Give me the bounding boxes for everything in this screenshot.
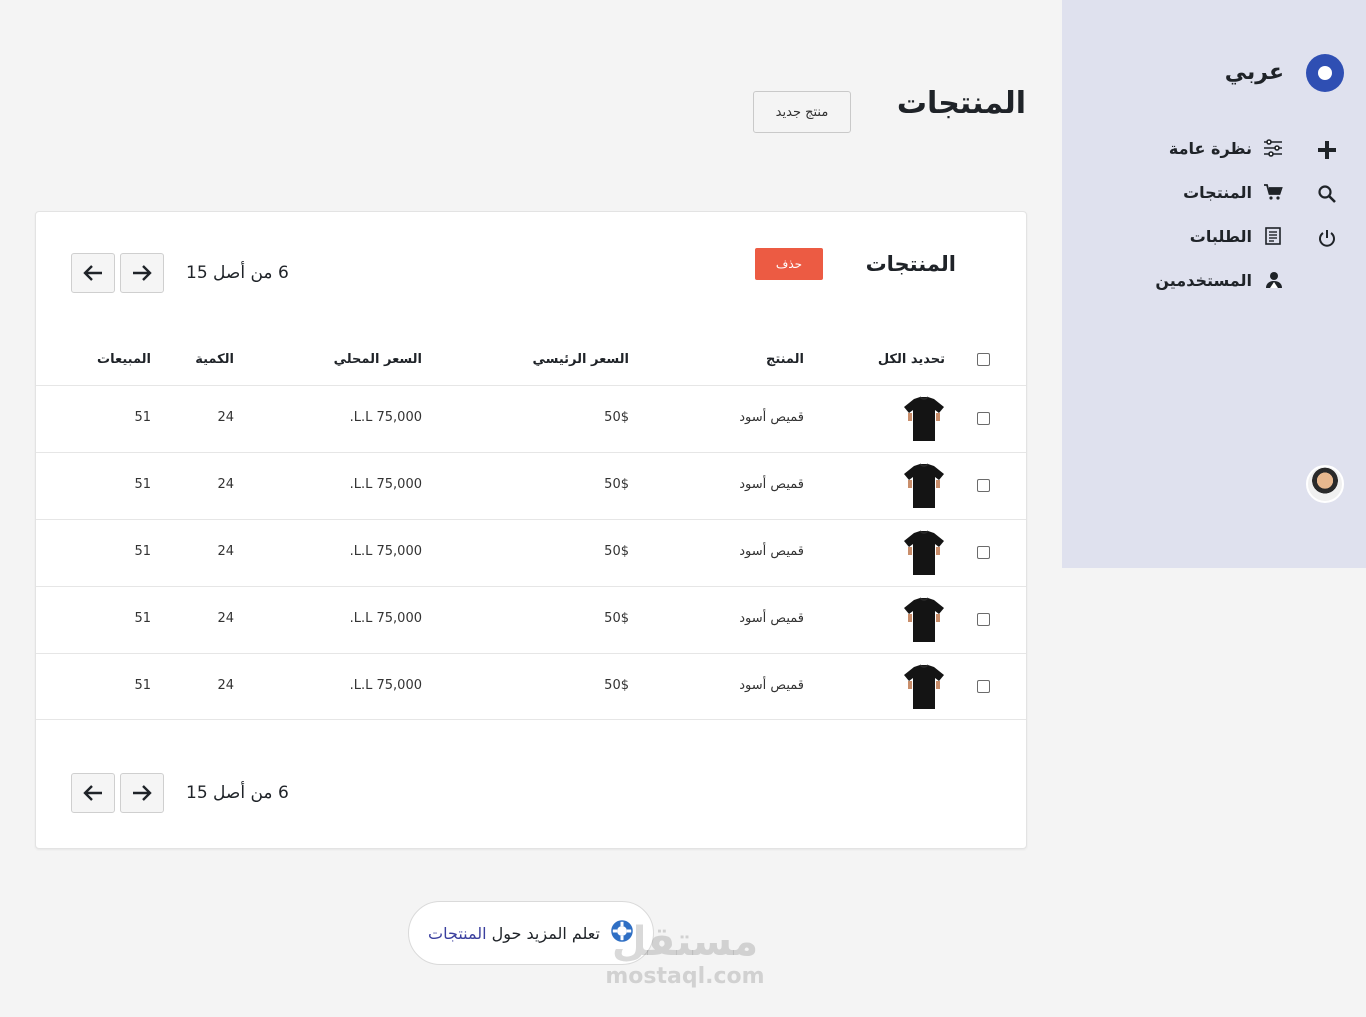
table-row[interactable]: قميص أسود 50$ 75,000 L.L. 24 51 <box>36 653 1026 720</box>
row-checkbox[interactable] <box>977 680 990 693</box>
product-thumbnail <box>904 530 944 575</box>
sales: 51 <box>134 678 151 693</box>
delete-button[interactable]: حذف <box>755 248 823 280</box>
sidebar: عربي نظرة عامة المنتجات الطلبات المستخدم… <box>1062 0 1366 568</box>
product-name: قميص أسود <box>739 477 804 492</box>
product-thumbnail <box>904 463 944 508</box>
product-name: قميص أسود <box>739 544 804 559</box>
users-icon <box>1262 269 1284 291</box>
prev-page-button[interactable] <box>71 253 115 293</box>
row-checkbox[interactable] <box>977 613 990 626</box>
product-name: قميص أسود <box>739 410 804 425</box>
quantity: 24 <box>217 477 234 492</box>
product-name: قميص أسود <box>739 678 804 693</box>
row-checkbox[interactable] <box>977 546 990 559</box>
quantity: 24 <box>217 611 234 626</box>
row-checkbox[interactable] <box>977 412 990 425</box>
main-price: 50$ <box>604 544 629 559</box>
arrow-right-icon <box>133 265 152 281</box>
pagination-count: 6 من أصل 15 <box>186 263 289 283</box>
plus-icon[interactable] <box>1314 137 1340 163</box>
local-price: 75,000 L.L. <box>349 410 422 425</box>
sales: 51 <box>134 477 151 492</box>
column-header-product: المنتج <box>765 352 804 367</box>
column-header-main-price: السعر الرئيسي <box>532 352 629 367</box>
product-thumbnail <box>904 396 944 441</box>
arrow-right-icon <box>133 785 152 801</box>
avatar[interactable] <box>1306 465 1344 503</box>
products-card: المنتجات حذف 6 من أصل 15 تحديد الكل المن… <box>35 211 1027 849</box>
sidebar-item-label: المستخدمين <box>1155 270 1252 290</box>
learn-more-link[interactable]: المنتجات <box>428 924 487 943</box>
sales: 51 <box>134 544 151 559</box>
page-title: المنتجات <box>896 86 1026 121</box>
main-price: 50$ <box>604 678 629 693</box>
product-thumbnail <box>904 597 944 642</box>
row-checkbox[interactable] <box>977 479 990 492</box>
watermark-arabic: مستقل <box>611 919 759 965</box>
main-price: 50$ <box>604 477 629 492</box>
watermark: مستقل mostaql.com <box>600 920 770 989</box>
main-price: 50$ <box>604 611 629 626</box>
prev-page-button[interactable] <box>71 773 115 813</box>
quantity: 24 <box>217 678 234 693</box>
quantity: 24 <box>217 544 234 559</box>
quantity: 24 <box>217 410 234 425</box>
local-price: 75,000 L.L. <box>349 544 422 559</box>
table-row[interactable]: قميص أسود 50$ 75,000 L.L. 24 51 <box>36 452 1026 519</box>
product-name: قميص أسود <box>739 611 804 626</box>
sidebar-item-users[interactable]: المستخدمين <box>1155 268 1284 292</box>
sidebar-item-overview[interactable]: نظرة عامة <box>1169 136 1284 160</box>
column-header-local-price: السعر المحلي <box>333 352 422 367</box>
sidebar-item-products[interactable]: المنتجات <box>1183 180 1284 204</box>
column-header-sales: المبيعات <box>97 352 151 367</box>
local-price: 75,000 L.L. <box>349 611 422 626</box>
pagination-count: 6 من أصل 15 <box>186 783 289 803</box>
sidebar-item-label: نظرة عامة <box>1168 138 1252 158</box>
document-icon <box>1262 225 1284 247</box>
next-page-button[interactable] <box>120 253 164 293</box>
table-row[interactable]: قميص أسود 50$ 75,000 L.L. 24 51 <box>36 385 1026 452</box>
sidebar-item-orders[interactable]: الطلبات <box>1190 224 1284 248</box>
search-icon[interactable] <box>1314 181 1340 207</box>
learn-more-text: تعلم المزيد حول <box>491 923 600 943</box>
pagination-bottom: 6 من أصل 15 <box>71 773 289 813</box>
sidebar-item-label: المنتجات <box>1183 182 1252 202</box>
brand-logo[interactable] <box>1306 54 1344 92</box>
cart-icon <box>1262 181 1284 203</box>
sales: 51 <box>134 410 151 425</box>
product-thumbnail <box>904 664 944 709</box>
column-header-select-all: تحديد الكل <box>877 352 945 367</box>
select-all-checkbox[interactable] <box>977 353 990 366</box>
arrow-left-icon <box>83 785 102 801</box>
pagination-top: 6 من أصل 15 <box>71 253 289 293</box>
sidebar-item-label: الطلبات <box>1189 226 1252 246</box>
column-header-quantity: الكمية <box>195 352 234 367</box>
next-page-button[interactable] <box>120 773 164 813</box>
local-price: 75,000 L.L. <box>349 678 422 693</box>
local-price: 75,000 L.L. <box>349 477 422 492</box>
main-price: 50$ <box>604 410 629 425</box>
sliders-icon <box>1262 137 1284 159</box>
sales: 51 <box>134 611 151 626</box>
new-product-button[interactable]: منتج جديد <box>753 91 851 133</box>
table-row[interactable]: قميص أسود 50$ 75,000 L.L. 24 51 <box>36 519 1026 586</box>
watermark-latin: mostaql.com <box>605 964 765 989</box>
card-title: المنتجات <box>865 252 956 276</box>
language-label[interactable]: عربي <box>1225 60 1284 85</box>
arrow-left-icon <box>83 265 102 281</box>
power-icon[interactable] <box>1314 225 1340 251</box>
table-row[interactable]: قميص أسود 50$ 75,000 L.L. 24 51 <box>36 586 1026 653</box>
